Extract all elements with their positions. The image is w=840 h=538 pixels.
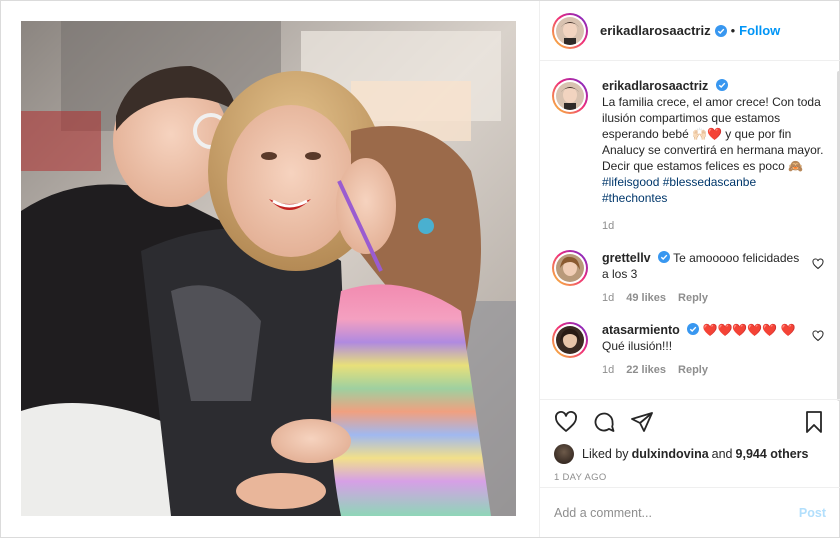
liker-username[interactable]: dulxindovina xyxy=(632,447,709,461)
comment-likes[interactable]: 22 likes xyxy=(626,362,666,378)
caption: erikadlarosaactriz La familia crece, el … xyxy=(552,78,824,234)
action-icons xyxy=(554,408,826,436)
reply-button[interactable]: Reply xyxy=(678,362,708,378)
add-comment-bar: Post xyxy=(540,487,840,537)
comment-input[interactable] xyxy=(554,505,799,520)
caption-age: 1d xyxy=(602,220,615,232)
emoji-monkey: 🙈 xyxy=(788,159,804,173)
hashtag-link[interactable]: #blessedascanbe xyxy=(663,175,756,189)
commenter-avatar-image xyxy=(556,254,584,282)
likes-summary: Liked by dulxindovina and 9,944 others xyxy=(554,444,826,464)
hashtag-link[interactable]: #lifeisgood xyxy=(602,175,659,189)
family-photo-image xyxy=(21,21,516,516)
verified-badge-icon xyxy=(714,24,727,37)
comment-item: grettellv Te amooooo felicidades a los 3… xyxy=(552,250,824,306)
save-icon[interactable] xyxy=(802,410,826,434)
post-timestamp[interactable]: 1 DAY AGO xyxy=(554,472,826,483)
liker-avatar[interactable] xyxy=(554,444,574,464)
comment-likes[interactable]: 49 likes xyxy=(626,290,666,306)
caption-text: La familia crece, el amor crece! Con tod… xyxy=(602,95,824,205)
comments-list[interactable]: erikadlarosaactriz La familia crece, el … xyxy=(540,62,840,397)
author-avatar-image xyxy=(556,16,584,45)
heart-icon[interactable] xyxy=(554,410,578,434)
caption-username[interactable]: erikadlarosaactriz xyxy=(602,79,708,93)
comment-age: 1d xyxy=(602,292,615,304)
comment-username[interactable]: grettellv xyxy=(602,251,651,265)
small-heart-icon[interactable] xyxy=(812,258,824,270)
emoji-hands-heart: 🙌🏻❤️ xyxy=(692,127,722,141)
commenter-avatar-image xyxy=(556,326,584,354)
verified-badge-icon xyxy=(715,79,728,91)
commenter-avatar[interactable] xyxy=(552,250,588,286)
author-username[interactable]: erikadlarosaactriz xyxy=(600,23,711,38)
comment-username[interactable]: atasarmiento xyxy=(602,323,680,337)
comment-body: grettellv Te amooooo felicidades a los 3… xyxy=(602,250,824,306)
comment-icon[interactable] xyxy=(592,410,616,434)
post-sidebar: erikadlarosaactriz • Follow erikadlarosa… xyxy=(539,1,840,537)
reply-button[interactable]: Reply xyxy=(678,290,708,306)
caption-avatar-image xyxy=(556,82,584,110)
post-media xyxy=(1,1,539,537)
post-photo[interactable] xyxy=(21,21,516,516)
likes-count[interactable]: 9,944 others xyxy=(736,447,809,461)
hashtag-link[interactable]: #thechontes xyxy=(602,191,667,205)
follow-button[interactable]: Follow xyxy=(739,23,780,38)
post-actions: Liked by dulxindovina and 9,944 others 1… xyxy=(540,399,840,483)
commenter-avatar[interactable] xyxy=(552,322,588,358)
share-icon[interactable] xyxy=(630,410,654,434)
comment-body: atasarmiento ❤️❤️❤️❤️❤️ ❤️ Qué ilusión!!… xyxy=(602,322,824,378)
verified-badge-icon xyxy=(687,323,700,335)
post-comment-button[interactable]: Post xyxy=(799,506,826,520)
comment-item: atasarmiento ❤️❤️❤️❤️❤️ ❤️ Qué ilusión!!… xyxy=(552,322,824,378)
verified-badge-icon xyxy=(657,251,670,263)
post-modal: erikadlarosaactriz • Follow erikadlarosa… xyxy=(0,0,840,538)
small-heart-icon[interactable] xyxy=(812,330,824,342)
separator-dot: • xyxy=(730,23,736,38)
caption-avatar[interactable] xyxy=(552,78,588,114)
post-header: erikadlarosaactriz • Follow xyxy=(540,1,840,61)
caption-body: erikadlarosaactriz La familia crece, el … xyxy=(602,78,824,234)
comment-age: 1d xyxy=(602,364,615,376)
author-avatar[interactable] xyxy=(552,12,588,49)
